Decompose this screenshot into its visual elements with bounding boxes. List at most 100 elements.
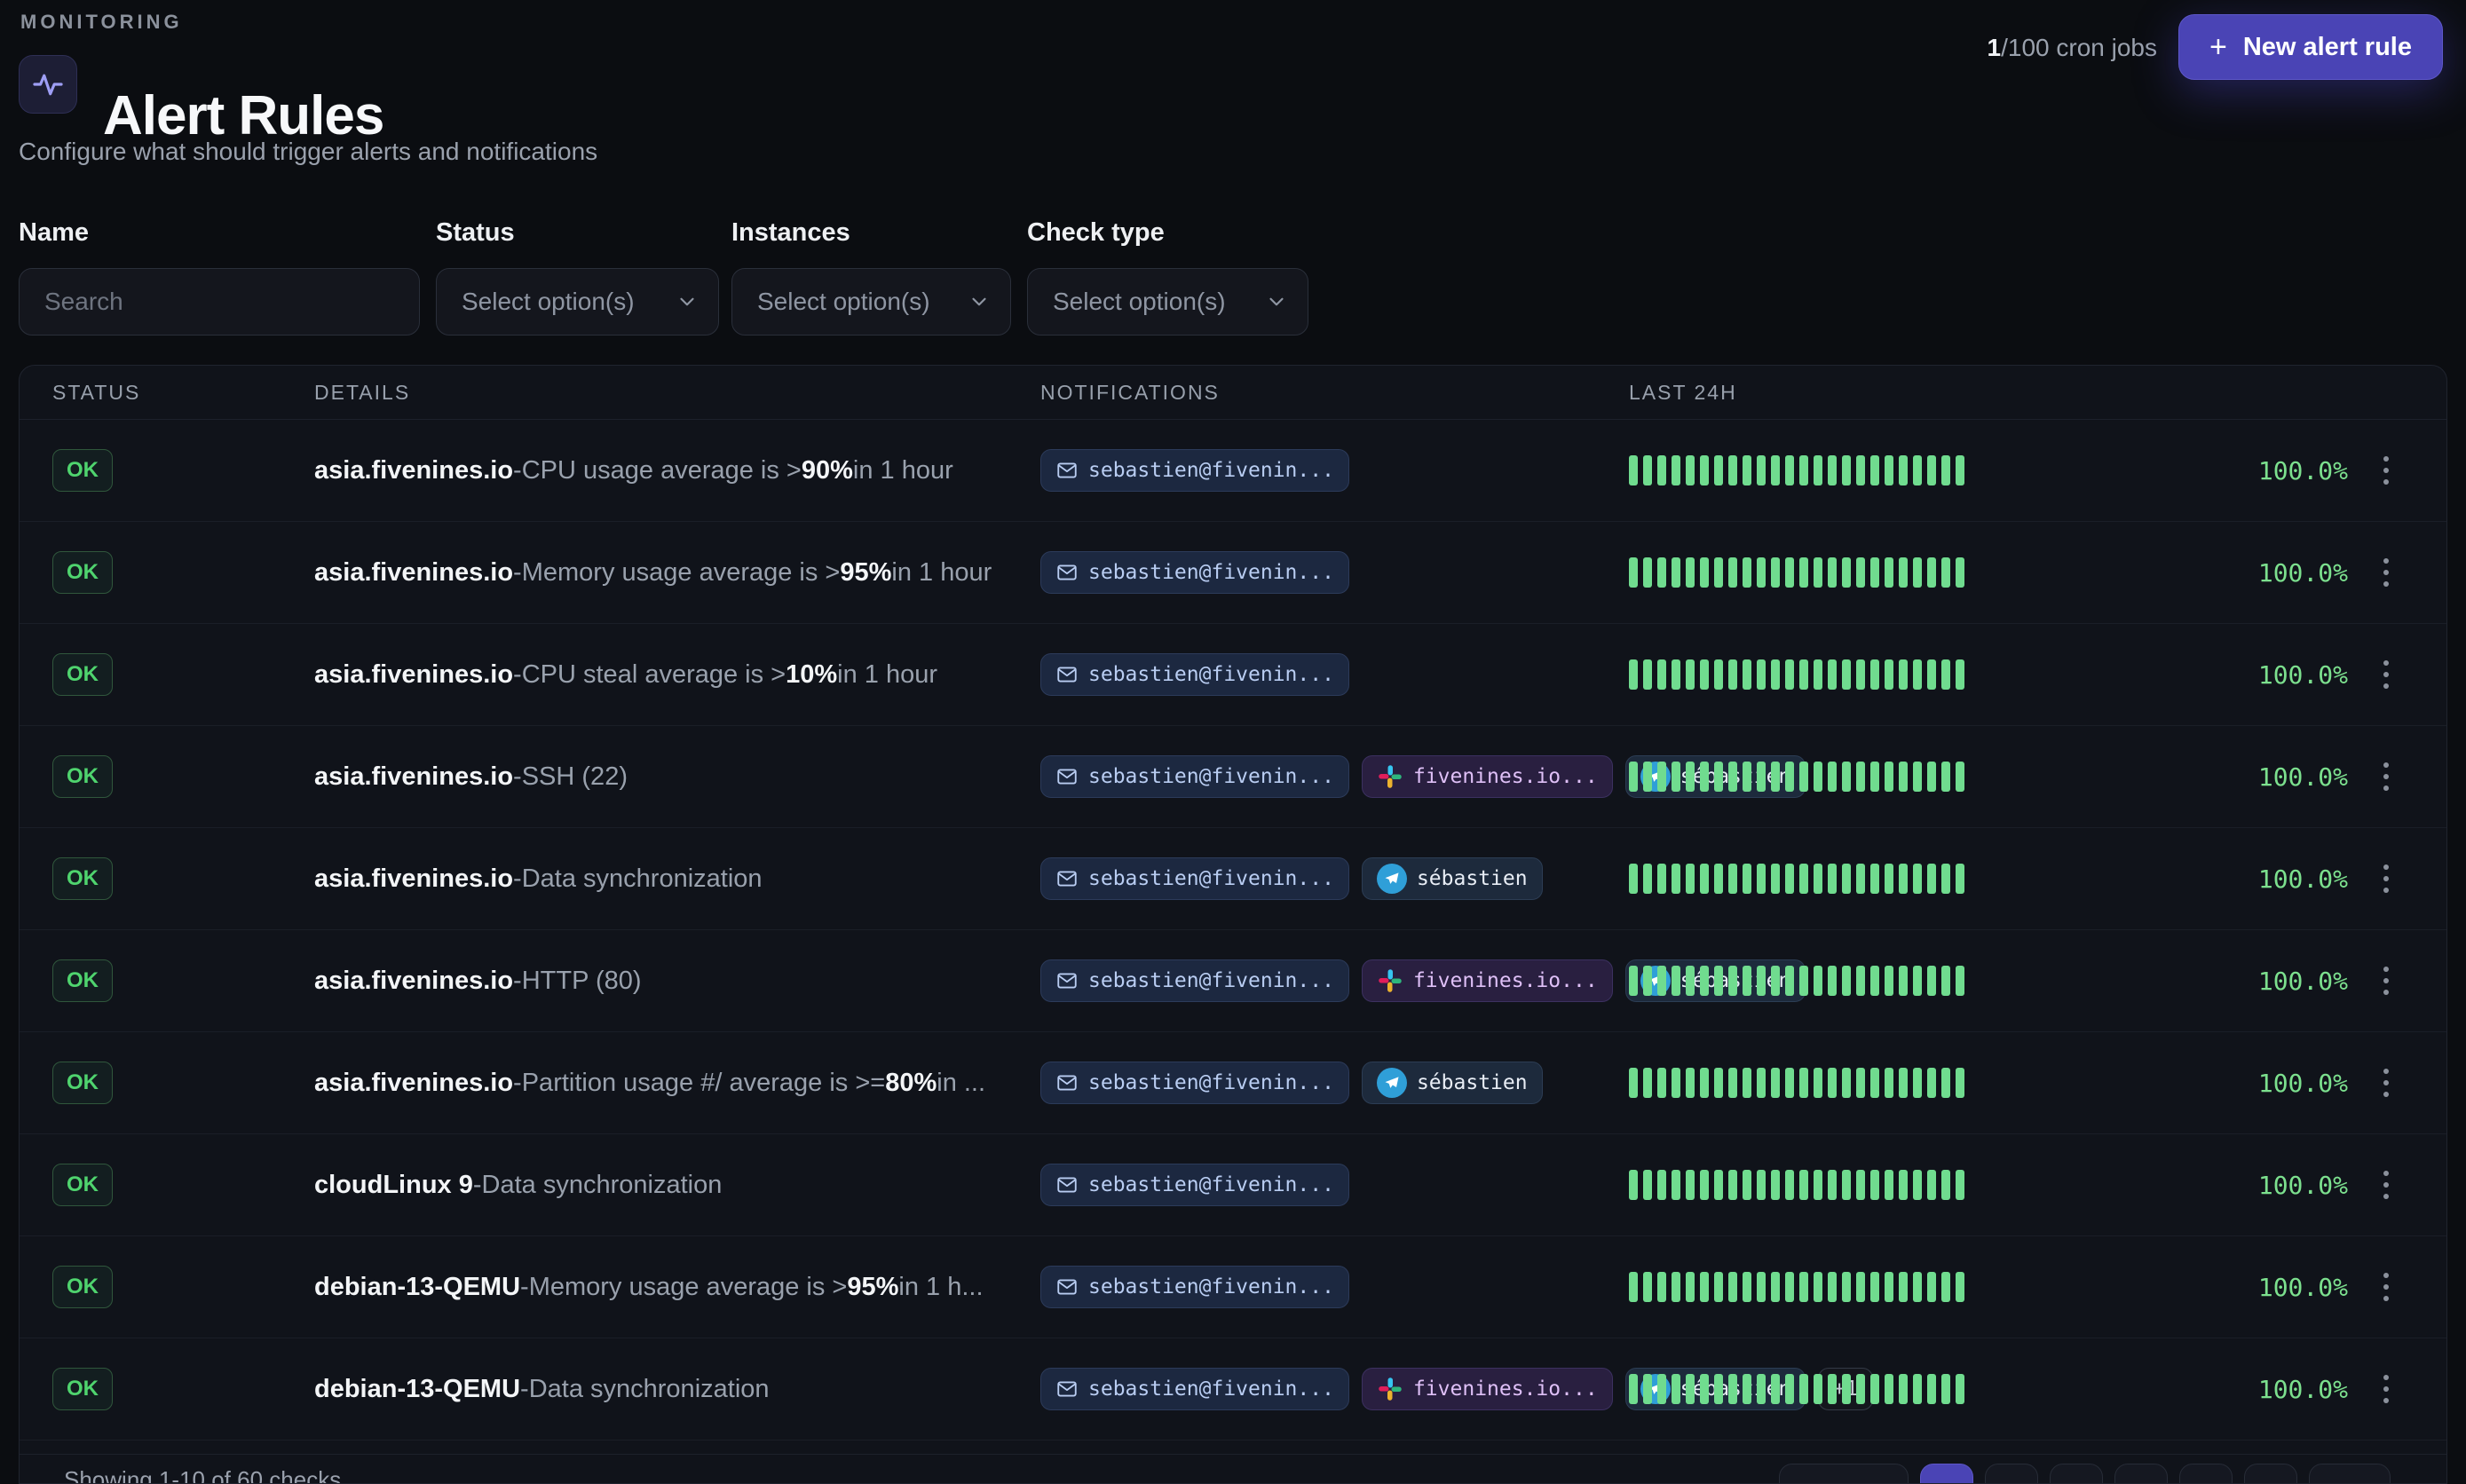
uptime-bar <box>1672 659 1680 690</box>
uptime-bar <box>1856 762 1865 792</box>
telegram-icon <box>1377 864 1407 894</box>
row-kebab-menu[interactable] <box>2370 828 2402 929</box>
uptime-bar <box>1828 557 1837 588</box>
uptime-bar <box>1870 864 1879 894</box>
page-button-4[interactable]: 4 <box>2114 1464 2168 1484</box>
table-row[interactable]: OKasia.fivenines.io - CPU usage average … <box>20 420 2446 522</box>
table-row[interactable]: OKdebian-13-QEMU - Data synchronizations… <box>20 1338 2446 1441</box>
showing-summary: Showing 1-10 of 60 checks <box>64 1466 341 1484</box>
rule-details-text: - <box>473 1171 482 1200</box>
uptime-bar <box>1856 1068 1865 1098</box>
cron-jobs-total: /100 cron jobs <box>2001 34 2157 61</box>
row-kebab-menu[interactable] <box>2370 726 2402 827</box>
last-24h-sparkline <box>1629 726 1964 827</box>
new-alert-rule-button[interactable]: + New alert rule <box>2178 14 2443 80</box>
uptime-bar <box>1856 1374 1865 1404</box>
table-row[interactable]: OKcloudLinux 9 - Data synchronizationseb… <box>20 1134 2446 1236</box>
new-alert-rule-label: New alert rule <box>2243 33 2412 62</box>
kebab-dot <box>2383 774 2389 779</box>
kebab-dot <box>2383 1386 2389 1392</box>
uptime-bar <box>1771 659 1780 690</box>
uptime-bar <box>1941 659 1950 690</box>
uptime-percentage: 100.0% <box>2258 624 2348 725</box>
rule-details-strong: asia.fivenines.io <box>314 762 513 792</box>
row-kebab-menu[interactable] <box>2370 1236 2402 1338</box>
status-badge: OK <box>52 857 113 900</box>
uptime-bar <box>1856 659 1865 690</box>
uptime-bar <box>1757 455 1766 485</box>
page-button-3[interactable]: 3 <box>2050 1464 2103 1484</box>
uptime-bar <box>1771 1170 1780 1200</box>
email-notification-label: sebastien@fivenin... <box>1088 867 1334 890</box>
uptime-bar <box>1657 1374 1666 1404</box>
status-select[interactable]: Select option(s) <box>436 268 719 335</box>
row-kebab-menu[interactable] <box>2370 930 2402 1031</box>
previous-page-button[interactable]: Previous <box>1779 1464 1909 1484</box>
email-notification-badge: sebastien@fivenin... <box>1040 857 1349 900</box>
email-notification-label: sebastien@fivenin... <box>1088 969 1334 992</box>
chevron-down-icon <box>968 290 991 313</box>
uptime-bar <box>1643 966 1652 996</box>
uptime-bar <box>1728 1374 1737 1404</box>
last-24h-sparkline <box>1629 1338 1964 1440</box>
uptime-bar <box>1814 1068 1822 1098</box>
status-cell: OK <box>52 828 113 929</box>
last-24h-sparkline <box>1629 1236 1964 1338</box>
page-button-2[interactable]: 2 <box>1985 1464 2038 1484</box>
check-type-select-value: Select option(s) <box>1053 288 1226 316</box>
notification-badges: sebastien@fivenin...sébastien <box>1040 1032 1543 1133</box>
uptime-bar <box>1643 864 1652 894</box>
envelope-icon <box>1055 765 1079 788</box>
table-row[interactable]: OKasia.fivenines.io - HTTP (80)sebastien… <box>20 930 2446 1032</box>
uptime-bar <box>1657 864 1666 894</box>
uptime-bar <box>1885 1374 1893 1404</box>
uptime-bar <box>1941 1170 1950 1200</box>
uptime-bar <box>1771 557 1780 588</box>
status-badge: OK <box>52 959 113 1002</box>
uptime-bar <box>1728 1068 1737 1098</box>
instances-select[interactable]: Select option(s) <box>731 268 1011 335</box>
email-notification-badge: sebastien@fivenin... <box>1040 755 1349 798</box>
uptime-bar <box>1799 1068 1808 1098</box>
kebab-dot <box>2383 864 2389 870</box>
status-cell: OK <box>52 930 113 1031</box>
table-row[interactable]: OKasia.fivenines.io - CPU steal average … <box>20 624 2446 726</box>
rule-details-strong: 80% <box>885 1069 937 1098</box>
row-kebab-menu[interactable] <box>2370 1338 2402 1440</box>
status-badge: OK <box>52 551 113 594</box>
email-notification-label: sebastien@fivenin... <box>1088 561 1334 584</box>
table-row[interactable]: OKasia.fivenines.io - Memory usage avera… <box>20 522 2446 624</box>
uptime-bar <box>1700 1374 1709 1404</box>
page-button-6[interactable]: 6 <box>2244 1464 2297 1484</box>
uptime-bar <box>1657 1170 1666 1200</box>
table-row[interactable]: OKdebian-13-QEMU - Memory usage average … <box>20 1236 2446 1338</box>
uptime-bar <box>1700 1068 1709 1098</box>
row-kebab-menu[interactable] <box>2370 420 2402 521</box>
uptime-bar <box>1743 1170 1751 1200</box>
page-button-5[interactable]: 5 <box>2179 1464 2233 1484</box>
row-kebab-menu[interactable] <box>2370 522 2402 623</box>
last-24h-sparkline <box>1629 522 1964 623</box>
rule-details-text: - <box>520 1273 529 1302</box>
search-input[interactable] <box>20 288 419 316</box>
uptime-bar <box>1870 1272 1879 1302</box>
page-button-1[interactable]: 1 <box>1920 1464 1973 1484</box>
uptime-bar <box>1941 1374 1950 1404</box>
table-row[interactable]: OKasia.fivenines.io - Data synchronizati… <box>20 828 2446 930</box>
table-row[interactable]: OKasia.fivenines.io - Partition usage #/… <box>20 1032 2446 1134</box>
last-24h-sparkline <box>1629 1134 1964 1235</box>
check-type-select[interactable]: Select option(s) <box>1027 268 1308 335</box>
next-page-button[interactable]: Next <box>2309 1464 2391 1484</box>
uptime-bar <box>1629 557 1638 588</box>
uptime-bar <box>1828 1272 1837 1302</box>
uptime-percentage: 100.0% <box>2258 828 2348 929</box>
row-kebab-menu[interactable] <box>2370 1134 2402 1235</box>
uptime-bar <box>1700 455 1709 485</box>
kebab-dot <box>2383 468 2389 473</box>
table-row[interactable]: OKasia.fivenines.io - SSH (22)sebastien@… <box>20 726 2446 828</box>
kebab-dot <box>2383 1069 2389 1074</box>
row-kebab-menu[interactable] <box>2370 1032 2402 1133</box>
rule-details: asia.fivenines.io - SSH (22) <box>314 726 628 827</box>
row-kebab-menu[interactable] <box>2370 624 2402 725</box>
rule-details-text: - <box>513 967 522 996</box>
